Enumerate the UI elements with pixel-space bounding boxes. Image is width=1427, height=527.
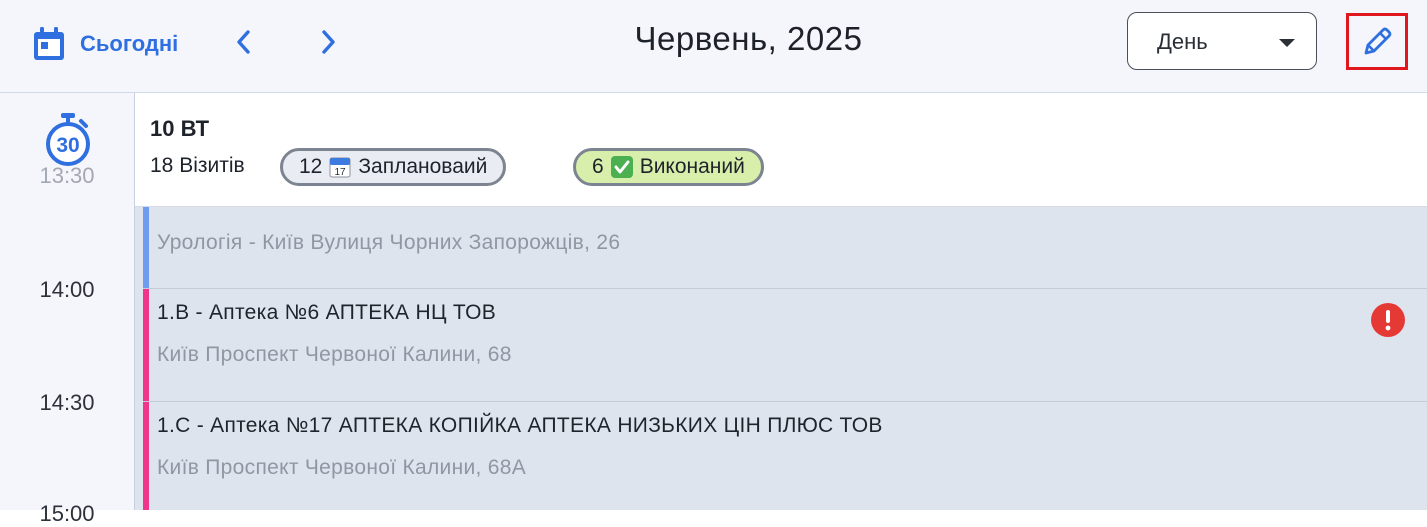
event-color-bar — [143, 289, 149, 401]
done-count: 6 — [592, 155, 604, 178]
calendar-emoji-icon: 17 — [329, 157, 351, 178]
done-label: Виконаний — [639, 155, 745, 178]
visits-count: 18 Візитів — [150, 154, 245, 177]
time-gutter: 30 13:30 14:00 14:30 15:00 — [0, 93, 135, 526]
stopwatch-icon: 30 — [46, 113, 90, 166]
view-select-value: День — [1157, 29, 1208, 54]
done-chip[interactable]: 6 Виконаний — [573, 148, 764, 186]
event-title: 1.C - Аптека №17 АПТЕКА КОПІЙКА АПТЕКА Н… — [157, 414, 883, 437]
svg-text:17: 17 — [335, 167, 347, 178]
view-select[interactable]: День — [1127, 12, 1317, 70]
time-label-1430: 14:30 — [39, 390, 95, 415]
event-card[interactable]: Урологія - Київ Вулиця Чорних Запорожців… — [143, 206, 1427, 289]
planned-count: 12 — [299, 155, 323, 178]
event-address: Київ Проспект Червоної Калини, 68 — [157, 343, 512, 366]
time-label-1400: 14:00 — [39, 277, 95, 302]
event-address: Урологія - Київ Вулиця Чорних Запорожців… — [157, 231, 621, 254]
caret-down-icon — [1279, 39, 1295, 47]
time-label-1330: 13:30 — [39, 163, 95, 188]
events-list: Урологія - Київ Вулиця Чорних Запорожців… — [135, 206, 1427, 510]
event-color-bar — [143, 402, 149, 510]
edit-button[interactable] — [1346, 13, 1408, 70]
stopwatch-badge: 30 — [56, 134, 79, 157]
event-address: Київ Проспект Червоної Калини, 68А — [157, 456, 527, 479]
day-header: 10 ВТ 18 Візитів 12 17 Заплановаий 6 Вик… — [135, 93, 1427, 207]
alert-icon[interactable] — [1371, 303, 1405, 337]
day-title: 10 ВТ — [150, 116, 210, 141]
calendar-toolbar: Сьогодні Червень, 2025 День — [0, 0, 1427, 93]
planned-chip[interactable]: 12 17 Заплановаий — [280, 148, 507, 186]
time-label-1500: 15:00 — [39, 501, 95, 526]
event-title: 1.B - Аптека №6 АПТЕКА НЦ ТОВ — [157, 301, 497, 324]
check-emoji-icon — [610, 156, 633, 178]
event-card[interactable]: 1.C - Аптека №17 АПТЕКА КОПІЙКА АПТЕКА Н… — [143, 401, 1427, 510]
event-color-bar — [143, 206, 149, 289]
pencil-icon — [1364, 27, 1392, 54]
event-card[interactable]: 1.B - Аптека №6 АПТЕКА НЦ ТОВ Київ Просп… — [143, 288, 1427, 401]
planned-label: Заплановаий — [358, 155, 488, 178]
